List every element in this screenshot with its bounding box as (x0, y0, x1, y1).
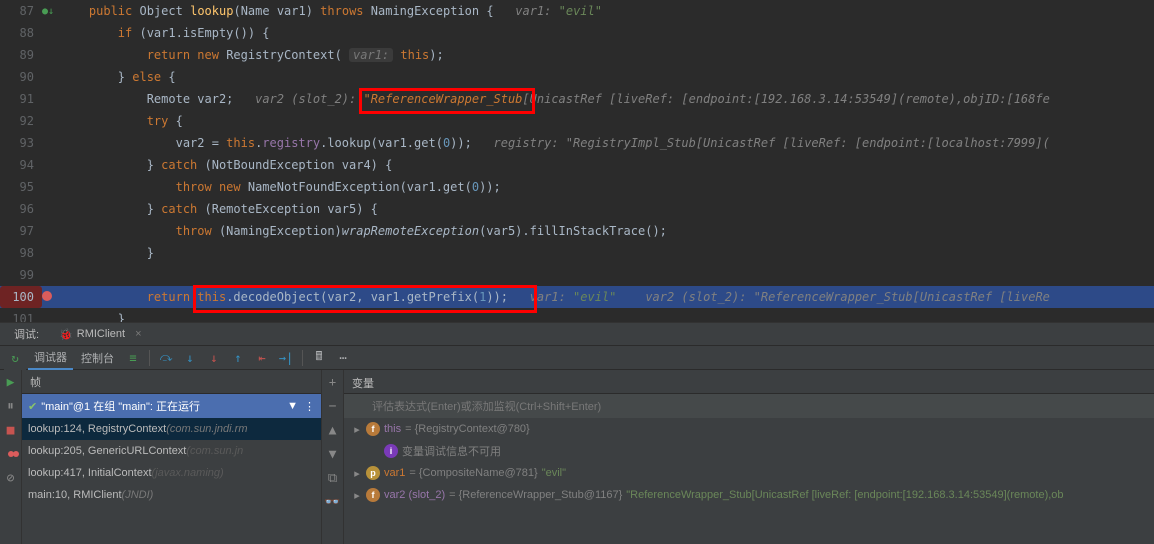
remove-watch-icon[interactable]: − (325, 398, 341, 414)
line-number[interactable]: 88 (0, 22, 42, 44)
line-number[interactable]: 87 (0, 0, 42, 22)
code-line[interactable]: 99 (0, 264, 1154, 286)
line-number[interactable]: 99 (0, 264, 42, 286)
line-number[interactable]: 92 (0, 110, 42, 132)
line-number[interactable]: 96 (0, 198, 42, 220)
code-line[interactable]: 101 } (0, 308, 1154, 322)
code-line[interactable]: 88 if (var1.isEmpty()) { (0, 22, 1154, 44)
run-tab-label: RMIClient (77, 328, 125, 340)
stop-icon[interactable]: ■ (3, 422, 19, 438)
stack-frame[interactable]: lookup:205, GenericURLContext (com.sun.j… (22, 440, 321, 462)
drop-frame-icon[interactable]: ⇤ (251, 348, 273, 368)
variable-row[interactable]: ▸pvar1 = {CompositeName@781} "evil" (344, 462, 1154, 484)
stack-frame[interactable]: lookup:124, RegistryContext (com.sun.jnd… (22, 418, 321, 440)
force-step-into-icon[interactable]: ↓ (203, 348, 225, 368)
console-tab[interactable]: 控制台 (75, 347, 120, 369)
line-number[interactable]: 95 (0, 176, 42, 198)
variable-row[interactable]: ▸fvar2 (slot_2) = {ReferenceWrapper_Stub… (344, 484, 1154, 506)
debugger-tab[interactable]: 调试器 (28, 346, 73, 370)
code-line[interactable]: 98 } (0, 242, 1154, 264)
stack-frame[interactable]: lookup:417, InitialContext (javax.naming… (22, 462, 321, 484)
debug-toolbar: ↻ 调试器 控制台 ≡ ⤼ ↓ ↓ ↑ ⇤ →| 🖩 ⋯ (0, 346, 1154, 370)
mute-bp-icon[interactable]: ⊘ (3, 470, 19, 486)
stack-frame[interactable]: main:10, RMIClient (JNDI) (22, 484, 321, 506)
line-number[interactable]: 91 (0, 88, 42, 110)
line-number[interactable]: 100 (0, 286, 42, 308)
variable-row[interactable]: i变量调试信息不可用 (344, 440, 1154, 462)
line-number[interactable]: 89 (0, 44, 42, 66)
line-number[interactable]: 97 (0, 220, 42, 242)
code-line[interactable]: 94 } catch (NotBoundException var4) { (0, 154, 1154, 176)
more-icon[interactable]: ⋮ (304, 400, 315, 413)
step-out-icon[interactable]: ↑ (227, 348, 249, 368)
down-icon[interactable]: ▼ (325, 446, 341, 462)
glasses-icon[interactable]: 👓 (325, 494, 341, 510)
trace-icon[interactable]: ⋯ (332, 348, 354, 368)
resume-icon[interactable]: ▶ (3, 374, 19, 390)
rerun-icon[interactable]: ↻ (4, 346, 26, 370)
evaluate-icon[interactable]: 🖩 (308, 348, 330, 368)
thread-selector[interactable]: ✔ "main"@1 在组 "main": 正在运行 ▼ ⋮ (22, 394, 321, 418)
breakpoints-icon[interactable] (3, 446, 19, 462)
debug-body: ▶ ⏸ ■ ⊘ 帧 ✔ "main"@1 在组 "main": 正在运行 ▼ ⋮… (0, 370, 1154, 544)
threads-icon[interactable]: ≡ (122, 348, 144, 368)
line-number[interactable]: 98 (0, 242, 42, 264)
variables-pane: + 变量 − ▲ ▼ ⧉ 👓 评估表达式(Enter)或添加监视(Ctrl+Sh… (322, 370, 1154, 544)
code-editor[interactable]: 87●↓ public Object lookup(Name var1) thr… (0, 0, 1154, 322)
code-line[interactable]: 93 var2 = this.registry.lookup(var1.get(… (0, 132, 1154, 154)
filter-icon[interactable]: ▼ (287, 400, 298, 412)
run-to-cursor-icon[interactable]: →| (275, 348, 297, 368)
code-line[interactable]: 89 return new RegistryContext( var1: thi… (0, 44, 1154, 66)
code-line[interactable]: 95 throw new NameNotFoundException(var1.… (0, 176, 1154, 198)
step-over-icon[interactable]: ⤼ (155, 348, 177, 368)
close-icon[interactable]: × (135, 328, 141, 340)
dup-icon[interactable]: ⧉ (325, 470, 341, 486)
code-line[interactable]: 96 } catch (RemoteException var5) { (0, 198, 1154, 220)
debug-run-tabs: 调试: 🐞 RMIClient × (0, 322, 1154, 346)
step-into-icon[interactable]: ↓ (179, 348, 201, 368)
line-number[interactable]: 94 (0, 154, 42, 176)
code-line[interactable]: 92 try { (0, 110, 1154, 132)
up-icon[interactable]: ▲ (325, 422, 341, 438)
code-line[interactable]: 87●↓ public Object lookup(Name var1) thr… (0, 0, 1154, 22)
code-line[interactable]: 100 return this.decodeObject(var2, var1.… (0, 286, 1154, 308)
variables-header: 变量 (344, 370, 1154, 394)
add-watch-icon[interactable]: + (322, 370, 344, 394)
line-number[interactable]: 93 (0, 132, 42, 154)
run-tab-rmiclient[interactable]: 🐞 RMIClient × (49, 325, 151, 344)
line-number[interactable]: 101 (0, 308, 42, 322)
code-line[interactable]: 97 throw (NamingException)wrapRemoteExce… (0, 220, 1154, 242)
frames-pane: 帧 ✔ "main"@1 在组 "main": 正在运行 ▼ ⋮ lookup:… (22, 370, 322, 544)
variable-row[interactable]: ▸fthis = {RegistryContext@780} (344, 418, 1154, 440)
pause-icon[interactable]: ⏸ (3, 398, 19, 414)
debug-label: 调试: (4, 323, 49, 345)
frames-header: 帧 (22, 370, 321, 394)
debug-left-strip: ▶ ⏸ ■ ⊘ (0, 370, 22, 544)
line-number[interactable]: 90 (0, 66, 42, 88)
code-line[interactable]: 90 } else { (0, 66, 1154, 88)
watch-input[interactable]: 评估表达式(Enter)或添加监视(Ctrl+Shift+Enter) (344, 394, 1154, 418)
code-line[interactable]: 91 Remote var2; var2 (slot_2): "Referenc… (0, 88, 1154, 110)
bug-icon: 🐞 (59, 328, 73, 341)
